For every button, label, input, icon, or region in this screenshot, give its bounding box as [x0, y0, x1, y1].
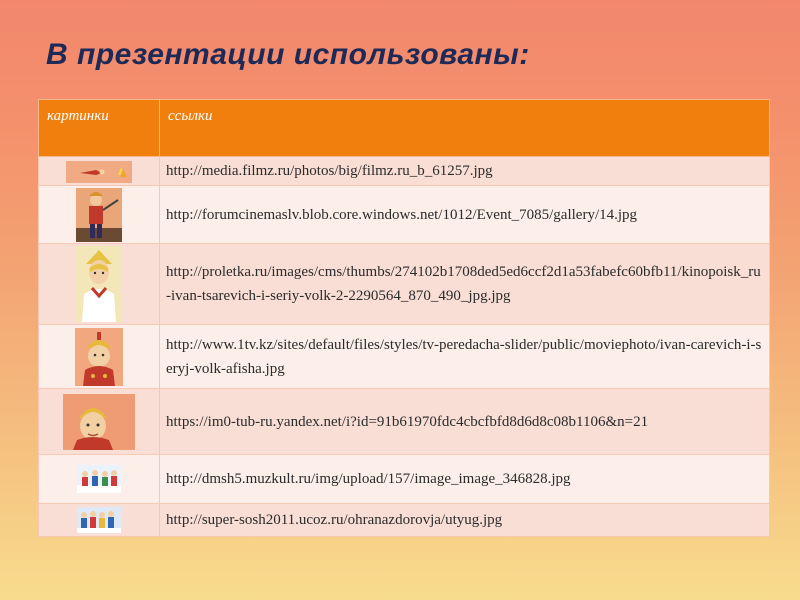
hero-closeup-thumbnail	[63, 393, 135, 450]
kids-group-thumbnail	[77, 507, 121, 533]
table-row: http://dmsh5.muzkult.ru/img/upload/157/i…	[38, 454, 770, 504]
table-row: http://super-sosh2011.ucoz.ru/ohranazdor…	[38, 503, 770, 537]
kids-winter-thumbnail	[77, 465, 121, 493]
slide-title: В презентации использованы:	[46, 38, 530, 71]
table-row: https://im0-tub-ru.yandex.net/i?id=91b61…	[38, 388, 770, 455]
picture-cell	[38, 243, 160, 325]
hero-with-sword-thumbnail	[76, 187, 122, 242]
table-row: http://www.1tv.kz/sites/default/files/st…	[38, 324, 770, 389]
link-cell[interactable]: http://media.filmz.ru/photos/big/filmz.r…	[159, 156, 770, 186]
picture-cell	[38, 454, 160, 504]
picture-cell	[38, 185, 160, 244]
picture-cell	[38, 156, 160, 186]
link-cell[interactable]: http://forumcinemaslv.blob.core.windows.…	[159, 185, 770, 244]
link-cell[interactable]: http://proletka.ru/images/cms/thumbs/274…	[159, 243, 770, 325]
tsarevich-portrait-thumbnail	[76, 246, 122, 322]
link-cell[interactable]: http://www.1tv.kz/sites/default/files/st…	[159, 324, 770, 389]
table-row: http://forumcinemaslv.blob.core.windows.…	[38, 185, 770, 244]
link-cell[interactable]: http://dmsh5.muzkult.ru/img/upload/157/i…	[159, 454, 770, 504]
flying-hero-thumbnail	[66, 160, 132, 183]
picture-cell	[38, 324, 160, 389]
picture-cell	[38, 503, 160, 537]
hero-helmet-thumbnail	[75, 327, 123, 386]
sources-table-container: картинки ссылки http://media.filmz.ru/ph…	[38, 99, 770, 537]
link-cell[interactable]: http://super-sosh2011.ucoz.ru/ohranazdor…	[159, 503, 770, 537]
table-row: http://proletka.ru/images/cms/thumbs/274…	[38, 243, 770, 325]
header-links: ссылки	[159, 99, 770, 157]
sources-table: картинки ссылки http://media.filmz.ru/ph…	[38, 99, 770, 537]
table-row: http://media.filmz.ru/photos/big/filmz.r…	[38, 156, 770, 186]
link-cell[interactable]: https://im0-tub-ru.yandex.net/i?id=91b61…	[159, 388, 770, 455]
header-pictures: картинки	[38, 99, 160, 157]
picture-cell	[38, 388, 160, 455]
table-header-row: картинки ссылки	[38, 99, 770, 157]
